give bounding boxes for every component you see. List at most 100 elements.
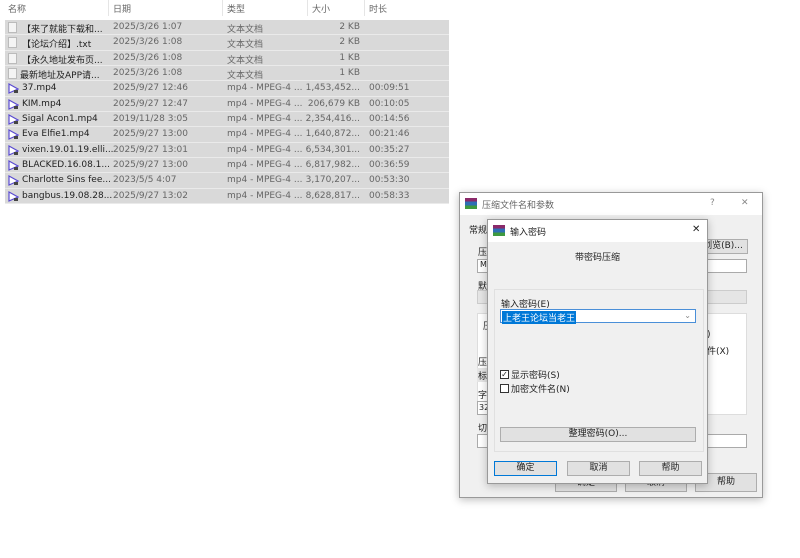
password-dialog: 输入密码 ✕ 带密码压缩 输入密码(E) 上老王论坛当老王 ⌄ ✓ 显示密码(S… xyxy=(487,219,708,484)
tab-general[interactable]: 常规 xyxy=(469,223,487,236)
ok-button[interactable]: 确定 xyxy=(494,461,557,476)
file-row[interactable]: Eva Elfie1.mp4 2025/9/27 13:00 mp4 - MPE… xyxy=(5,127,449,143)
text-file-icon xyxy=(8,52,18,64)
label-fragment: 压 xyxy=(478,358,488,368)
column-name[interactable]: 名称 xyxy=(8,2,26,15)
file-row[interactable]: 最新地址及APP请... 2025/3/26 1:08 文本文档 1 KB xyxy=(5,66,449,82)
file-row[interactable]: KIM.mp4 2025/9/27 12:47 mp4 - MPEG-4 ...… xyxy=(5,96,449,113)
file-type: mp4 - MPEG-4 ... xyxy=(227,129,303,140)
winrar-logo-icon xyxy=(465,198,477,209)
file-row[interactable]: BLACKED.16.08.1... 2025/9/27 13:00 mp4 -… xyxy=(5,158,449,174)
encrypt-filenames-checkbox[interactable]: 加密文件名(N) xyxy=(500,382,570,395)
field-fragment: 标 xyxy=(478,372,488,382)
file-type: 文本文档 xyxy=(227,40,264,51)
file-name: Eva Elfie1.mp4 xyxy=(22,129,90,140)
video-file-icon xyxy=(8,190,20,202)
show-password-checkbox[interactable]: ✓ 显示密码(S) xyxy=(500,368,560,381)
file-date: 2025/9/27 13:01 xyxy=(113,144,188,155)
file-size: 2 KB xyxy=(339,22,360,32)
cancel-button[interactable]: 取消 xyxy=(567,461,630,476)
file-duration: 00:36:59 xyxy=(369,160,410,171)
checkbox-unchecked-icon xyxy=(500,384,509,393)
file-date: 2019/11/28 3:05 xyxy=(113,114,188,125)
file-type: mp4 - MPEG-4 ... xyxy=(227,190,303,201)
video-file-icon xyxy=(8,83,20,95)
file-duration: 00:58:33 xyxy=(369,190,410,201)
file-name: 最新地址及APP请... xyxy=(20,71,100,82)
file-date: 2025/9/27 13:02 xyxy=(113,190,188,201)
file-type: mp4 - MPEG-4 ... xyxy=(227,160,303,171)
file-row[interactable]: Charlotte Sins fee... 2023/5/5 4:07 mp4 … xyxy=(5,173,449,189)
file-duration: 00:09:51 xyxy=(369,83,410,94)
text-file-icon xyxy=(8,68,18,80)
file-row[interactable]: 【永久地址发布页... 2025/3/26 1:08 文本文档 1 KB xyxy=(5,50,449,67)
video-file-icon xyxy=(8,175,20,187)
file-list: 【来了就能下载和... 2025/3/26 1:07 文本文档 2 KB 【论坛… xyxy=(5,20,449,205)
chevron-down-icon[interactable]: ⌄ xyxy=(684,311,691,320)
file-duration: 00:14:56 xyxy=(369,114,410,125)
video-file-icon xyxy=(8,129,20,141)
file-size: 3,170,207... xyxy=(305,175,360,186)
file-size: 6,534,301... xyxy=(305,144,360,155)
close-icon[interactable]: ✕ xyxy=(741,198,749,208)
file-date: 2025/3/26 1:07 xyxy=(113,22,183,32)
file-name: 【论坛介绍】.txt xyxy=(22,40,92,51)
file-date: 2025/9/27 12:47 xyxy=(113,98,188,109)
file-size: 1 KB xyxy=(339,52,360,63)
file-type: 文本文档 xyxy=(227,71,264,82)
file-name: BLACKED.16.08.1... xyxy=(22,160,110,171)
file-date: 2025/3/26 1:08 xyxy=(113,68,183,79)
checkbox-label: 加密文件名(N) xyxy=(511,385,570,395)
file-date: 2025/3/26 1:08 xyxy=(113,37,183,48)
file-name: 37.mp4 xyxy=(22,83,57,94)
file-row[interactable]: 【来了就能下载和... 2025/3/26 1:07 文本文档 2 KB xyxy=(5,20,449,36)
file-row[interactable]: Sigal Acon1.mp4 2019/11/28 3:05 mp4 - MP… xyxy=(5,112,449,128)
file-size: 1 KB xyxy=(339,68,360,79)
file-type: mp4 - MPEG-4 ... xyxy=(227,144,303,155)
file-date: 2025/9/27 12:46 xyxy=(113,83,188,94)
file-row[interactable]: 37.mp4 2025/9/27 12:46 mp4 - MPEG-4 ... … xyxy=(5,81,449,97)
close-icon[interactable]: ✕ xyxy=(692,224,700,235)
file-name: Charlotte Sins fee... xyxy=(22,175,111,186)
file-size: 1,640,872... xyxy=(305,129,360,140)
file-size: 2,354,416... xyxy=(305,114,360,125)
dialog-title: 输入密码 xyxy=(510,228,547,238)
label-fragment: 压 xyxy=(478,248,488,258)
file-type: mp4 - MPEG-4 ... xyxy=(227,98,303,109)
column-header: 名称 日期 类型 大小 时长 xyxy=(0,0,450,16)
video-file-icon xyxy=(8,98,20,110)
label-fragment: 切 xyxy=(478,424,488,434)
file-row[interactable]: bangbus.19.08.28... 2025/9/27 13:02 mp4 … xyxy=(5,188,449,205)
file-row[interactable]: 【论坛介绍】.txt 2025/3/26 1:08 文本文档 2 KB xyxy=(5,35,449,51)
file-duration: 00:53:30 xyxy=(369,175,410,186)
help-button[interactable]: 帮助 xyxy=(639,461,702,476)
video-file-icon xyxy=(8,144,20,156)
organize-passwords-button[interactable]: 整理密码(O)... xyxy=(500,427,696,442)
title-bar: 压缩文件名和参数 ? ✕ xyxy=(460,193,762,215)
checkbox-checked-icon: ✓ xyxy=(500,370,509,379)
file-date: 2025/9/27 13:00 xyxy=(113,160,188,171)
file-duration: 00:10:05 xyxy=(369,98,410,109)
password-value: 上老王论坛当老王 xyxy=(502,311,577,324)
file-type: mp4 - MPEG-4 ... xyxy=(227,114,303,125)
file-name: bangbus.19.08.28... xyxy=(22,190,113,201)
file-duration: 00:35:27 xyxy=(369,144,410,155)
help-icon[interactable]: ? xyxy=(710,198,715,208)
file-date: 2023/5/5 4:07 xyxy=(113,175,177,186)
dialog-heading: 带密码压缩 xyxy=(574,253,620,263)
video-file-icon xyxy=(8,114,20,125)
file-size: 2 KB xyxy=(339,37,360,48)
label-fragment: 字 xyxy=(478,391,488,401)
column-size[interactable]: 大小 xyxy=(312,2,330,15)
column-type[interactable]: 类型 xyxy=(227,2,245,15)
file-row[interactable]: vixen.19.01.19.elli... 2025/9/27 13:01 m… xyxy=(5,142,449,159)
file-type: mp4 - MPEG-4 ... xyxy=(227,83,303,94)
video-file-icon xyxy=(8,160,20,172)
column-duration[interactable]: 时长 xyxy=(369,2,387,15)
column-date[interactable]: 日期 xyxy=(113,2,131,15)
file-name: Sigal Acon1.mp4 xyxy=(22,114,98,125)
text-file-icon xyxy=(8,37,18,49)
file-name: 【永久地址发布页... xyxy=(22,55,103,66)
password-input[interactable]: 上老王论坛当老王 ⌄ xyxy=(500,309,696,324)
checkbox-label: 显示密码(S) xyxy=(511,371,560,381)
